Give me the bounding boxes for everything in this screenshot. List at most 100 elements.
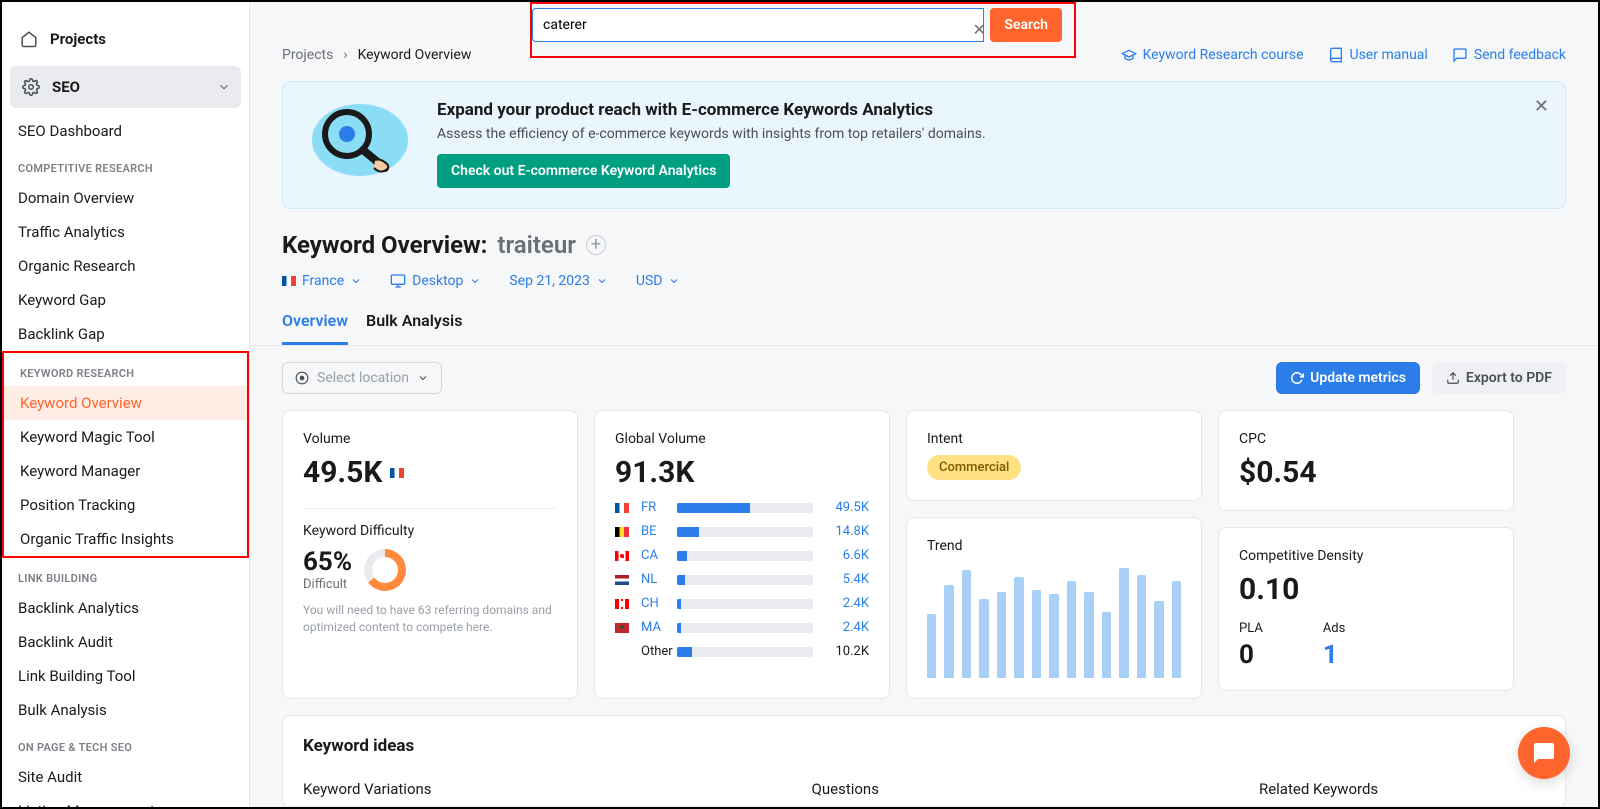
global-volume-row[interactable]: NL 5.4K (615, 572, 869, 587)
trend-bar (944, 585, 953, 679)
filter-device[interactable]: Desktop (390, 273, 481, 289)
sidebar-item-site-audit[interactable]: Site Audit (2, 760, 249, 794)
sidebar-item-keyword-overview[interactable]: Keyword Overview (4, 386, 247, 420)
volume-bar (677, 503, 813, 513)
link-user-manual[interactable]: User manual (1328, 47, 1428, 63)
promo-cta-button[interactable]: Check out E-commerce Keyword Analytics (437, 154, 730, 188)
global-volume-row[interactable]: BE 14.8K (615, 524, 869, 539)
filter-country[interactable]: France (282, 273, 362, 289)
search-button[interactable]: Search (990, 8, 1062, 42)
message-icon (1452, 47, 1468, 63)
page-keyword: traiteur (497, 231, 575, 259)
trend-bar (1049, 594, 1058, 678)
promo-close-button[interactable]: ✕ (1534, 96, 1549, 117)
seo-icon (20, 76, 42, 98)
clear-icon[interactable]: ✕ (973, 20, 986, 39)
sidebar-item-link-building-tool[interactable]: Link Building Tool (2, 659, 249, 693)
trend-bar (1084, 592, 1093, 678)
country-code: CH (641, 596, 669, 611)
volume-bar-value: 2.4K (821, 620, 869, 635)
pla-value: 0 (1239, 640, 1263, 670)
card-keyword-ideas: Keyword ideas Keyword Variations Questio… (282, 715, 1566, 807)
sidebar: Projects SEO SEO Dashboard COMPETITIVE R… (2, 2, 250, 807)
home-icon (18, 28, 40, 50)
sidebar-item-position-tracking[interactable]: Position Tracking (4, 488, 247, 522)
filter-date[interactable]: Sep 21, 2023 (509, 273, 608, 289)
volume-bar-value: 6.6K (821, 548, 869, 563)
sidebar-section-keyword-research: KEYWORD RESEARCH (4, 353, 247, 386)
global-volume-row[interactable]: MA 2.4K (615, 620, 869, 635)
global-volume-row[interactable]: CH 2.4K (615, 596, 869, 611)
tabs: Overview Bulk Analysis (250, 289, 1598, 346)
monitor-icon (390, 273, 406, 289)
ideas-col-variations: Keyword Variations (303, 780, 432, 798)
cpc-value: $0.54 (1239, 455, 1317, 490)
link-keyword-research-course[interactable]: Keyword Research course (1121, 47, 1304, 63)
volume-bar-value: 49.5K (821, 500, 869, 515)
card-volume: Volume 49.5K Keyword Difficulty 65% Diff… (282, 410, 578, 699)
breadcrumb-current: Keyword Overview (358, 47, 472, 63)
sidebar-item-backlink-gap[interactable]: Backlink Gap (2, 317, 249, 351)
flag-ma-icon (615, 623, 629, 633)
sidebar-item-organic-traffic-insights[interactable]: Organic Traffic Insights (4, 522, 247, 556)
refresh-icon (1290, 371, 1304, 385)
link-send-feedback[interactable]: Send feedback (1452, 47, 1566, 63)
breadcrumb-projects[interactable]: Projects (282, 47, 333, 63)
cpc-label: CPC (1239, 431, 1493, 447)
tab-bulk-analysis[interactable]: Bulk Analysis (366, 311, 462, 345)
global-volume-label: Global Volume (615, 431, 869, 447)
volume-bar (677, 575, 813, 585)
global-volume-row[interactable]: FR 49.5K (615, 500, 869, 515)
country-code: BE (641, 524, 669, 539)
trend-bar (979, 599, 988, 678)
update-metrics-button[interactable]: Update metrics (1276, 362, 1420, 394)
ideas-col-related: Related Keywords (1259, 780, 1378, 798)
trend-label: Trend (927, 538, 1181, 554)
sidebar-section-competitive: COMPETITIVE RESEARCH (2, 148, 249, 181)
sidebar-item-backlink-audit[interactable]: Backlink Audit (2, 625, 249, 659)
sidebar-projects[interactable]: Projects (2, 18, 249, 60)
search-input[interactable] (532, 8, 984, 42)
sidebar-projects-label: Projects (50, 30, 106, 48)
tab-overview[interactable]: Overview (282, 311, 348, 345)
ideas-col-questions: Questions (812, 780, 879, 798)
sidebar-item-keyword-manager[interactable]: Keyword Manager (4, 454, 247, 488)
add-keyword-button[interactable]: + (586, 235, 606, 255)
topbar: ✕ Search (250, 2, 1598, 27)
trend-bar (1119, 568, 1128, 678)
keyword-difficulty-value: 65% (303, 547, 352, 577)
global-volume-total: 91.3K (615, 455, 694, 490)
cd-label: Competitive Density (1239, 548, 1493, 564)
sidebar-section-link-building: LINK BUILDING (2, 558, 249, 591)
volume-bar-value: 14.8K (821, 524, 869, 539)
sidebar-item-organic-research[interactable]: Organic Research (2, 249, 249, 283)
sidebar-item-bulk-analysis[interactable]: Bulk Analysis (2, 693, 249, 727)
select-location[interactable]: Select location (282, 362, 442, 394)
global-volume-row[interactable]: CA 6.6K (615, 548, 869, 563)
filter-currency[interactable]: USD (636, 273, 681, 289)
export-pdf-button[interactable]: Export to PDF (1432, 362, 1566, 394)
sidebar-item-keyword-magic-tool[interactable]: Keyword Magic Tool (4, 420, 247, 454)
trend-chart (927, 568, 1181, 678)
sidebar-item-domain-overview[interactable]: Domain Overview (2, 181, 249, 215)
sidebar-item-seo-dashboard[interactable]: SEO Dashboard (2, 114, 249, 148)
ads-value[interactable]: 1 (1323, 640, 1346, 670)
trend-bar (1032, 590, 1041, 678)
sidebar-section-on-page: ON PAGE & TECH SEO (2, 727, 249, 760)
trend-bar (1154, 601, 1163, 678)
volume-bar (677, 551, 813, 561)
location-icon (295, 371, 309, 385)
trend-bar (1067, 581, 1076, 678)
promo-illustration (305, 100, 415, 190)
card-global-volume: Global Volume 91.3K FR 49.5K BE 14.8K CA… (594, 410, 890, 699)
sidebar-item-traffic-analytics[interactable]: Traffic Analytics (2, 215, 249, 249)
graduation-cap-icon (1121, 47, 1137, 63)
flag-ca-icon (615, 551, 629, 561)
flag-ch-icon (615, 599, 629, 609)
intercom-chat-button[interactable] (1518, 727, 1570, 779)
sidebar-seo[interactable]: SEO (10, 66, 241, 108)
sidebar-item-keyword-gap[interactable]: Keyword Gap (2, 283, 249, 317)
sidebar-item-backlink-analytics[interactable]: Backlink Analytics (2, 591, 249, 625)
sidebar-item-listing-management[interactable]: Listing Management (2, 794, 249, 807)
card-intent: Intent Commercial (906, 410, 1202, 501)
